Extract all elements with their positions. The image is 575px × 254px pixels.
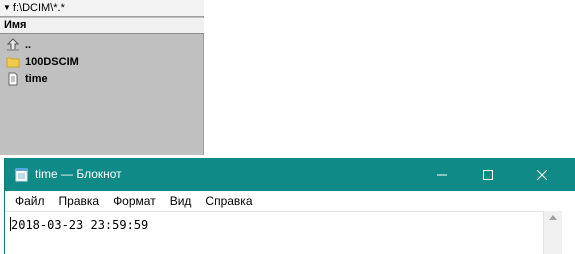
close-icon	[537, 169, 547, 180]
maximize-icon	[483, 169, 493, 180]
folder-icon	[6, 55, 20, 69]
menu-file[interactable]: Файл	[15, 194, 45, 208]
window-title: time — Блокнот	[35, 167, 122, 181]
path-text: f:\DCIM\*.*	[12, 2, 65, 14]
minimize-button[interactable]	[419, 158, 465, 191]
up-folder-icon	[6, 37, 20, 52]
menu-view[interactable]: Вид	[170, 194, 192, 208]
text-editor-area[interactable]: 2018-03-23 23:59:59	[5, 211, 543, 254]
vertical-scrollbar[interactable]	[543, 211, 562, 254]
dropdown-arrow-icon[interactable]: ▼	[3, 3, 11, 12]
editor-content: 2018-03-23 23:59:59	[11, 218, 149, 232]
list-item-parent-dir[interactable]: ..	[0, 36, 204, 53]
list-item-label: time	[25, 72, 48, 85]
menu-edit[interactable]: Правка	[59, 194, 100, 208]
maximize-button[interactable]	[465, 158, 511, 191]
close-button[interactable]	[519, 158, 565, 191]
menu-bar: Файл Правка Формат Вид Справка	[5, 191, 575, 211]
list-item-file[interactable]: time	[0, 70, 204, 87]
path-bar[interactable]: ▼ f:\DCIM\*.*	[0, 0, 204, 17]
menu-help[interactable]: Справка	[205, 194, 252, 208]
list-item-folder[interactable]: 100DSCIM	[0, 53, 204, 70]
notepad-icon	[15, 167, 28, 187]
list-item-label: 100DSCIM	[25, 55, 79, 68]
menu-format[interactable]: Формат	[113, 194, 156, 208]
minimize-icon	[437, 174, 447, 175]
name-column-header[interactable]: Имя	[0, 18, 204, 34]
name-column-label: Имя	[4, 19, 27, 31]
title-bar[interactable]: time — Блокнот	[5, 158, 575, 191]
file-list: .. 100DSCIM time	[0, 36, 204, 87]
file-manager-panel: ▼ f:\DCIM\*.* Имя .. 100DSCIM time	[0, 0, 204, 155]
text-file-icon	[6, 72, 20, 86]
list-item-label: ..	[25, 38, 32, 51]
scroll-up-arrow-icon[interactable]	[549, 215, 557, 220]
notepad-window: time — Блокнот Файл Правка Формат Вид Сп…	[4, 158, 575, 254]
